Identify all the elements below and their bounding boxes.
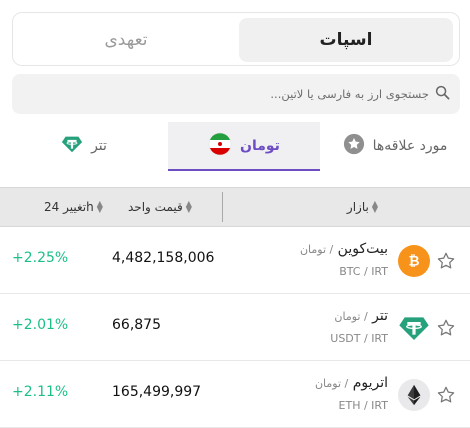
change-header-label: تغییر 24h — [44, 200, 94, 214]
pair-symbol: USDT / IRT — [330, 332, 388, 345]
tether-icon — [61, 133, 83, 159]
table-row[interactable]: اتریوم / تومان ETH / IRT 165,499,997 +2.… — [0, 362, 470, 428]
spot-button[interactable]: اسپات — [239, 18, 453, 62]
bitcoin-icon: ₿ — [398, 245, 430, 277]
svg-text:₿: ₿ — [408, 254, 419, 270]
quote-label: / تومان — [334, 310, 368, 323]
tab-tether-label: تتر — [91, 138, 107, 154]
market-name-cell: بیت‌کوین / تومان BTC / IRT — [300, 241, 388, 278]
sort-icon: ▲ ▼ — [96, 199, 103, 214]
coin-name: بیت‌کوین — [337, 241, 388, 257]
price-column-header[interactable]: قیمت واحد ▲ ▼ — [128, 188, 192, 226]
search-input[interactable] — [29, 87, 429, 101]
iran-flag-icon — [208, 132, 232, 160]
price-header-label: قیمت واحد — [128, 200, 183, 214]
star-outline-icon[interactable] — [436, 251, 456, 271]
tab-toman-label: تومان — [240, 137, 280, 154]
header-divider — [222, 192, 223, 222]
quote-label: / تومان — [314, 377, 349, 390]
unit-price: 66,875 — [112, 317, 161, 333]
market-header-label: بازار — [346, 200, 369, 214]
tab-favorites-label: مورد علاقه‌ها — [372, 138, 448, 154]
star-outline-icon[interactable] — [436, 385, 456, 405]
tab-favorites[interactable]: مورد علاقه‌ها — [320, 122, 470, 170]
table-row[interactable]: ₿ بیت‌کوین / تومان BTC / IRT 4,482,158,0… — [0, 228, 470, 294]
unit-price: 165,499,997 — [112, 384, 202, 400]
tab-tether[interactable]: تتر — [0, 122, 168, 170]
market-name-cell: اتریوم / تومان ETH / IRT — [315, 375, 388, 412]
quote-tabs: مورد علاقه‌ها تومان تتر — [0, 122, 470, 172]
star-filled-icon — [343, 133, 365, 159]
quote-label: / تومان — [299, 243, 334, 256]
market-name-cell: تتر / تومان USDT / IRT — [330, 308, 388, 345]
star-outline-icon[interactable] — [436, 318, 456, 338]
sort-icon: ▲ ▼ — [371, 199, 378, 214]
change-24h: +2.11% — [12, 384, 69, 400]
change-24h: +2.01% — [12, 317, 69, 333]
market-type-toggle: اسپات تعهدی — [12, 12, 460, 66]
pair-symbol: BTC / IRT — [339, 265, 388, 278]
search-icon — [435, 85, 450, 104]
unit-price: 4,482,158,006 — [112, 250, 215, 266]
market-column-header[interactable]: بازار ▲ ▼ — [347, 188, 378, 226]
change-column-header[interactable]: تغییر 24h ▲ ▼ — [44, 188, 103, 226]
change-24h: +2.25% — [12, 250, 69, 266]
search-bar — [12, 74, 460, 114]
tether-icon — [398, 312, 430, 344]
coin-name: تتر — [372, 308, 388, 324]
tab-toman[interactable]: تومان — [168, 122, 320, 171]
sort-icon: ▲ ▼ — [185, 199, 192, 214]
commitment-button[interactable]: تعهدی — [19, 18, 233, 62]
pair-symbol: ETH / IRT — [338, 399, 388, 412]
table-header: بازار ▲ ▼ قیمت واحد ▲ ▼ تغییر 24h ▲ ▼ — [0, 187, 470, 227]
table-row[interactable]: تتر / تومان USDT / IRT 66,875 +2.01% — [0, 295, 470, 361]
ethereum-icon — [398, 379, 430, 411]
coin-name: اتریوم — [352, 375, 388, 391]
